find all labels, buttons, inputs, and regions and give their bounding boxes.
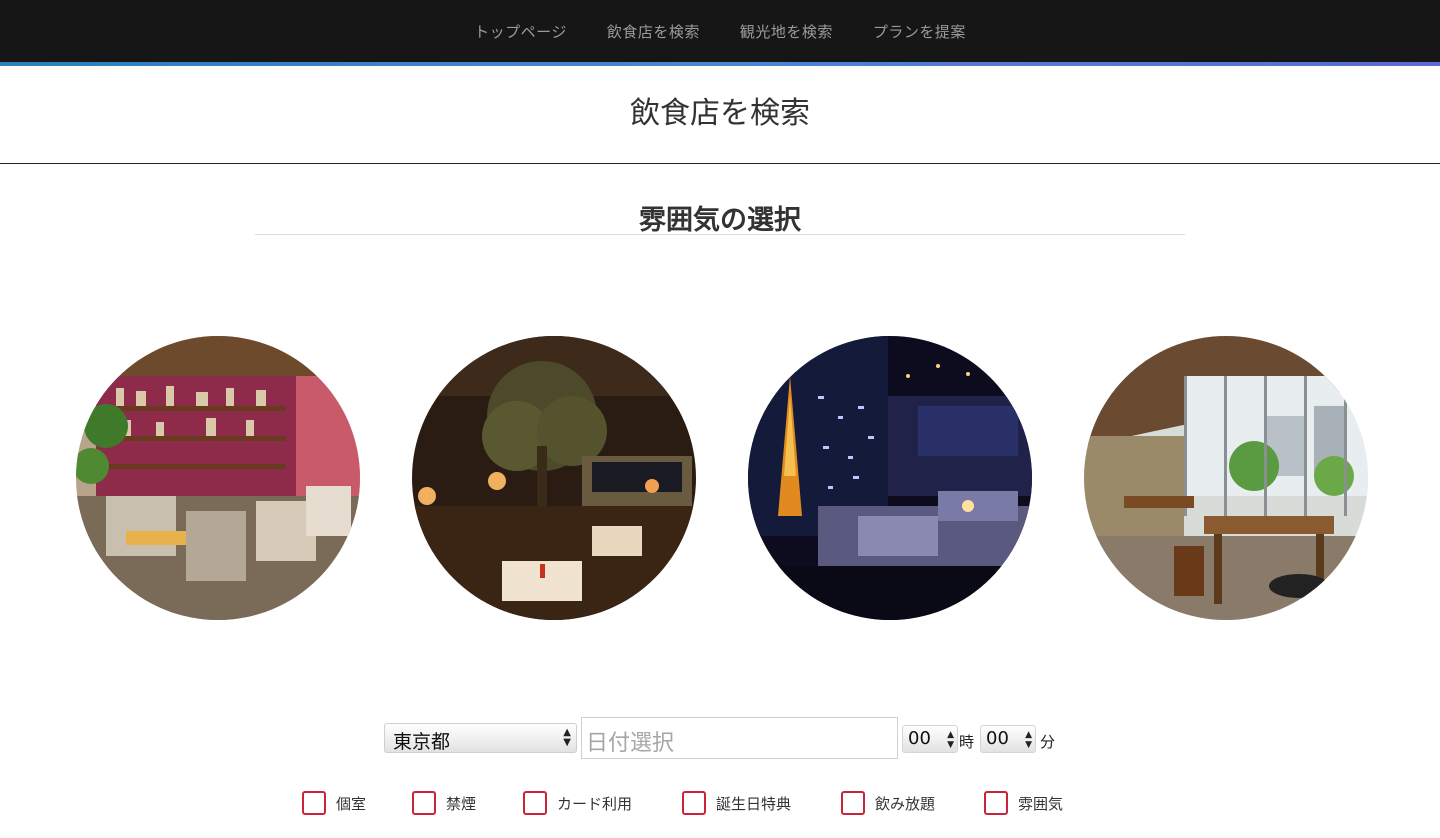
filter-checkboxes: 個室 禁煙 カード利用 誕生日特典 飲み放題 雰囲気 xyxy=(0,790,1440,816)
filter-label: 禁煙 xyxy=(446,794,477,813)
hour-select[interactable]: 00 ▲ ▼ xyxy=(902,725,958,753)
filter-label: 誕生日特典 xyxy=(716,794,792,813)
filter-label: 個室 xyxy=(336,794,367,813)
nav-item-restaurant-search[interactable]: 飲食店を検索 xyxy=(607,21,700,42)
hour-arrows-icon: ▲ ▼ xyxy=(947,730,954,750)
filter-private-room[interactable]: 個室 xyxy=(302,790,366,816)
hour-unit-label: 時 xyxy=(959,733,975,751)
filter-all-you-can-drink[interactable]: 飲み放題 xyxy=(841,790,935,816)
select-arrows-icon: ▲ ▼ xyxy=(563,727,571,748)
atmosphere-section-title: 雰囲気の選択 xyxy=(639,205,801,236)
search-form: 東京都 ▲ ▼ 日付選択 00 ▲ ▼ 時 00 ▲ ▼ 分 xyxy=(0,717,1440,759)
checkbox[interactable] xyxy=(984,791,1008,815)
nav-accent-bar xyxy=(0,62,1440,66)
checkbox[interactable] xyxy=(412,791,436,815)
atmosphere-option-dim-restaurant[interactable] xyxy=(412,336,696,620)
atmosphere-option-terrace-dining[interactable] xyxy=(1084,336,1368,620)
section-divider xyxy=(255,234,1185,235)
hour-value: 00 xyxy=(908,728,931,749)
minute-value: 00 xyxy=(986,728,1009,749)
terrace-dining-photo xyxy=(1084,336,1368,620)
filter-birthday-perk[interactable]: 誕生日特典 xyxy=(682,790,791,816)
filter-non-smoking[interactable]: 禁煙 xyxy=(412,790,476,816)
date-input[interactable]: 日付選択 xyxy=(581,717,898,759)
minute-select[interactable]: 00 ▲ ▼ xyxy=(980,725,1036,753)
checkbox[interactable] xyxy=(841,791,865,815)
night-view-bar-photo xyxy=(748,336,1032,620)
navbar: トップページ 飲食店を検索 観光地を検索 プランを提案 xyxy=(0,0,1440,62)
minute-unit-label: 分 xyxy=(1040,733,1056,751)
minute-arrows-icon: ▲ ▼ xyxy=(1025,730,1032,750)
checkbox[interactable] xyxy=(682,791,706,815)
prefecture-select[interactable]: 東京都 ▲ ▼ xyxy=(384,723,577,753)
atmosphere-option-cafe-lounge[interactable] xyxy=(76,336,360,620)
nav-item-sightseeing-search[interactable]: 観光地を検索 xyxy=(740,21,833,42)
filter-label: 雰囲気 xyxy=(1018,794,1064,813)
title-divider xyxy=(0,163,1440,164)
filter-label: 飲み放題 xyxy=(875,794,936,813)
filter-atmosphere[interactable]: 雰囲気 xyxy=(984,790,1063,816)
filter-card-payment[interactable]: カード利用 xyxy=(523,790,632,816)
dim-restaurant-photo xyxy=(412,336,696,620)
nav-item-top[interactable]: トップページ xyxy=(474,21,567,42)
checkbox[interactable] xyxy=(523,791,547,815)
prefecture-value: 東京都 xyxy=(393,731,451,753)
atmosphere-option-night-view-bar[interactable] xyxy=(748,336,1032,620)
checkbox[interactable] xyxy=(302,791,326,815)
nav-item-plan-suggest[interactable]: プランを提案 xyxy=(873,21,966,42)
cafe-lounge-photo xyxy=(76,336,360,620)
filter-label: カード利用 xyxy=(557,794,633,813)
page-title: 飲食店を検索 xyxy=(630,96,810,131)
nav-menu: トップページ 飲食店を検索 観光地を検索 プランを提案 xyxy=(0,0,1440,62)
date-placeholder: 日付選択 xyxy=(586,731,675,756)
